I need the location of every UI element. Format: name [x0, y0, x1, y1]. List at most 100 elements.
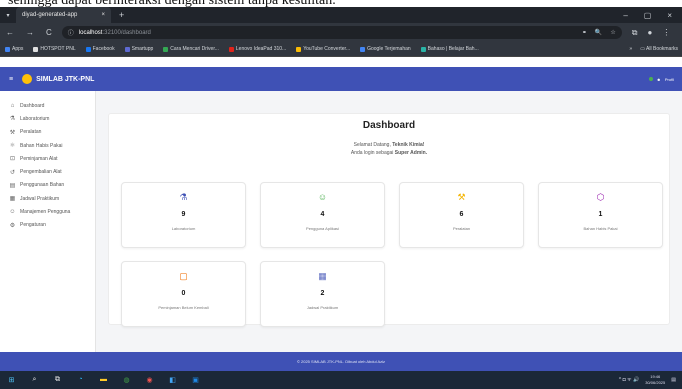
online-status-dot: [648, 77, 653, 81]
extension-icon[interactable]: ●: [648, 28, 653, 38]
address-toolbar: ← → C ⓘ localhost:32100/dashboard ⚭ 🔍 ☆ ⧉ ●…: [0, 23, 682, 42]
menu-toggle-icon[interactable]: ≡: [0, 76, 22, 83]
app-logo: [22, 74, 33, 84]
sidebar-item-label: Bahan Habis Pakai: [20, 142, 63, 149]
calendar-icon: ▦: [9, 196, 16, 203]
tab-close-icon[interactable]: ×: [101, 12, 105, 18]
clock[interactable]: 19:46 30/06/2025: [645, 374, 665, 386]
edge-icon[interactable]: ◔: [69, 376, 92, 384]
url-action-icon[interactable]: 🔍: [595, 29, 602, 36]
stat-card[interactable]: ⚒ 6 Peralatan: [399, 182, 524, 248]
stat-label: Pengguna Aplikasi: [306, 226, 339, 231]
bookmark-item[interactable]: Bahaso | Belajar Bah...: [416, 46, 484, 52]
stat-value: 0: [181, 290, 186, 297]
bookmark-item[interactable]: Facebook: [81, 46, 120, 52]
bookmark-item[interactable]: Lenovo IdeaPad 310...: [224, 46, 291, 52]
whatsapp-icon[interactable]: ◍: [115, 376, 138, 384]
sidebar-item-label: Laboratorium: [20, 115, 50, 122]
bookmark-item[interactable]: Apps: [0, 46, 28, 52]
stat-label: Jadwal Praktikum: [306, 305, 339, 310]
app-brand[interactable]: SIMLAB JTK-PNL: [36, 76, 94, 83]
user-menu[interactable]: ☻ Profil: [648, 76, 682, 82]
file-explorer-icon[interactable]: ▬: [92, 376, 115, 384]
stat-card[interactable]: ⬡ 1 Bahan Habis Pakai: [538, 182, 663, 248]
forward-icon[interactable]: →: [20, 28, 40, 37]
sidebar-item-manajemen-pengguna[interactable]: ☺ Manajemen Pengguna: [0, 205, 95, 218]
maximize-icon[interactable]: ▢: [644, 11, 652, 20]
users-icon: ☺: [317, 192, 328, 202]
bookmark-item[interactable]: HOTSPOT PNL: [28, 46, 80, 52]
tray-icons[interactable]: ^ ◘ ᯤ 🔊: [619, 377, 639, 383]
extension-icon[interactable]: ⋮: [662, 28, 670, 38]
task-view-icon[interactable]: ⧉: [46, 376, 69, 384]
url-action-icons: ⚭ 🔍 ☆: [582, 29, 616, 36]
reload-icon[interactable]: C: [40, 28, 58, 37]
chrome-icon[interactable]: ◉: [138, 376, 161, 384]
bookmark-label: HOTSPOT PNL: [40, 46, 76, 52]
windows-taskbar: ⊞ ⌕ ⧉ ◔ ▬ ◍ ◉ ◧ ▣ ^ ◘ ᯤ 🔊 19:46 30/06/2025 ▤: [0, 371, 682, 389]
dashboard-card: Dashboard Selamat Datang, Teknik Kimia! …: [108, 113, 670, 327]
sidebar-item-laboratorium[interactable]: ⚗ Laboratorium: [0, 112, 95, 125]
sidebar-item-label: Pengembalian Alat: [20, 169, 62, 176]
url-action-icon[interactable]: ⚭: [582, 29, 587, 36]
sidebar-item-peralatan[interactable]: ⚒ Peralatan: [0, 126, 95, 139]
app-header: ≡ SIMLAB JTK-PNL ☻ Profil: [0, 67, 682, 91]
login-role-text: Anda login sebagai Super Admin.: [109, 150, 669, 156]
browser-tab[interactable]: diyad-generated-app ×: [16, 7, 111, 23]
word-icon[interactable]: ▣: [184, 376, 207, 384]
url-host: localhost: [78, 29, 103, 36]
back-icon[interactable]: ←: [0, 28, 20, 37]
flask-icon: ⚗: [179, 192, 188, 202]
tools-icon: ⚒: [9, 129, 16, 136]
bookmark-favicon-icon: [5, 46, 10, 52]
stat-card[interactable]: ⚗ 9 Laboratorium: [121, 182, 246, 248]
sidebar-item-dashboard[interactable]: ⌂ Dashboard: [0, 99, 95, 112]
bookmark-favicon-icon: [124, 46, 130, 52]
all-bookmarks-button[interactable]: ▭ All Bookmarks: [640, 46, 678, 52]
bookmark-favicon-icon: [296, 46, 302, 52]
url-path: :32100/dashboard: [102, 29, 151, 36]
stat-label: Laboratorium: [171, 226, 196, 231]
system-tray: ^ ◘ ᯤ 🔊 19:46 30/06/2025 ▤: [619, 374, 682, 386]
sidebar-item-penggunaan-bahan[interactable]: ▤ Penggunaan Bahan: [0, 179, 95, 192]
user-icon: ☻: [656, 76, 661, 82]
bookmark-item[interactable]: Smartupp: [120, 46, 159, 52]
bookmark-item[interactable]: Google Terjemahan: [355, 46, 416, 52]
sidebar: ⌂ Dashboard ⚗ Laboratorium ⚒ Peralatan ⚛ Bahan …: [0, 91, 96, 352]
site-info-icon[interactable]: ⓘ: [68, 28, 74, 37]
stat-card[interactable]: ▦ 2 Jadwal Praktikum: [260, 261, 385, 327]
stat-card[interactable]: ☺ 4 Pengguna Aplikasi: [260, 182, 385, 248]
sidebar-item-peminjaman-alat[interactable]: ⊡ Peminjaman Alat: [0, 152, 95, 165]
new-tab-button[interactable]: +: [111, 10, 132, 20]
sidebar-item-jadwal-praktikum[interactable]: ▦ Jadwal Praktikum: [0, 192, 95, 205]
search-icon[interactable]: ⌕: [23, 376, 46, 384]
extension-icon[interactable]: ⧉: [632, 28, 638, 38]
sidebar-item-bahan-habis-pakai[interactable]: ⚛ Bahan Habis Pakai: [0, 139, 95, 152]
stat-label: Peralatan: [452, 226, 471, 231]
sidebar-item-label: Manajemen Pengguna: [20, 209, 71, 216]
address-bar[interactable]: ⓘ localhost:32100/dashboard ⚭ 🔍 ☆: [61, 26, 622, 39]
flask-icon: ⚗: [9, 116, 16, 123]
login-role: Super Admin.: [394, 150, 428, 156]
close-icon[interactable]: ×: [667, 11, 672, 20]
bookmark-item[interactable]: YouTube Converter...: [291, 46, 355, 52]
tab-search-icon[interactable]: ▾: [0, 12, 16, 19]
stat-card[interactable]: ▢ 0 Peminjaman Belum Kembali: [121, 261, 246, 327]
bookmark-item[interactable]: Cara Mencari Driver...: [158, 46, 224, 52]
sidebar-item-pengaturan[interactable]: ⚙ Pengaturan: [0, 219, 95, 232]
bookmarks-more-button[interactable]: »: [629, 46, 632, 52]
bookmark-label: Lenovo IdeaPad 310...: [235, 46, 287, 52]
sidebar-item-pengembalian-alat[interactable]: ↺ Pengembalian Alat: [0, 165, 95, 178]
windows-start-icon[interactable]: ⊞: [0, 376, 23, 384]
taskbar-apps: ⊞ ⌕ ⧉ ◔ ▬ ◍ ◉ ◧ ▣: [0, 376, 207, 384]
url-action-icon[interactable]: ☆: [610, 29, 615, 36]
footer-text: © 2025 SIMLAB JTK-PNL. Dibuat oleh Abdul…: [296, 359, 386, 364]
minimize-icon[interactable]: –: [623, 11, 627, 20]
notification-icon[interactable]: ▤: [671, 377, 676, 383]
sidebar-item-label: Pengaturan: [20, 222, 46, 229]
stat-value: 9: [181, 211, 186, 218]
bookmark-label: Apps: [12, 46, 24, 52]
stat-label: Peminjaman Belum Kembali: [158, 305, 209, 310]
box-icon: ▢: [179, 271, 188, 281]
vscode-icon[interactable]: ◧: [161, 376, 184, 384]
